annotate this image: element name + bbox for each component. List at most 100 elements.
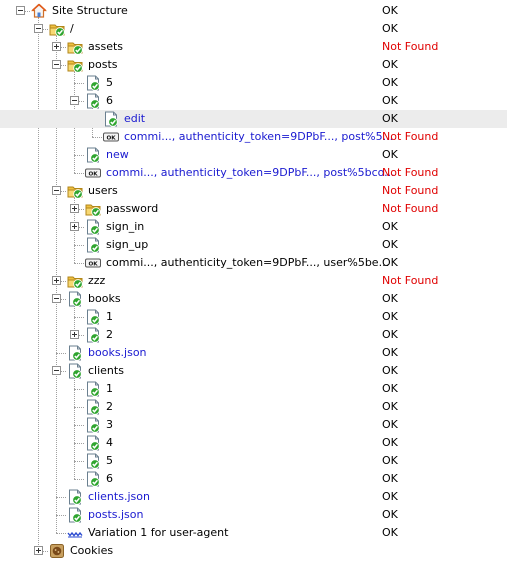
page-ok-icon [85, 417, 101, 433]
collapse-icon[interactable] [52, 186, 61, 195]
page-ok-icon [85, 327, 101, 343]
expand-icon[interactable] [52, 42, 61, 51]
tree-item[interactable]: 3 OK [0, 416, 507, 434]
page-ok-icon [85, 75, 101, 91]
tree-item-label: sign_up [106, 238, 149, 251]
expand-icon[interactable] [52, 276, 61, 285]
tree-item[interactable]: 6 OK [0, 92, 507, 110]
svg-text:OK: OK [106, 135, 116, 141]
tree-item-label: password [106, 202, 159, 215]
tree-item[interactable]: 4 OK [0, 434, 507, 452]
page-ok-icon [85, 93, 101, 109]
svg-text:OK: OK [88, 261, 98, 267]
folder-ok-icon [67, 273, 83, 289]
expand-icon[interactable] [70, 222, 79, 231]
tree-item[interactable]: clients.json OK [0, 488, 507, 506]
collapse-icon[interactable] [52, 60, 61, 69]
status-text: OK [382, 436, 398, 449]
page-ok-icon [85, 471, 101, 487]
tree-item-label: 4 [106, 436, 113, 449]
tree-item[interactable]: 5 OK [0, 74, 507, 92]
tree-root-item[interactable]: Site Structure OK [0, 2, 507, 20]
tree-item[interactable]: new OK [0, 146, 507, 164]
tree-item-label: users [88, 184, 118, 197]
status-text: OK [382, 22, 398, 35]
tree-item-label: 5 [106, 76, 113, 89]
status-text: OK [382, 94, 398, 107]
status-text: Not Found [382, 202, 439, 215]
ok-form-icon: OK [85, 165, 101, 181]
tree-item[interactable]: 1 OK [0, 308, 507, 326]
tree-item[interactable]: OK commi..., authenticity_token=9DPbF...,… [0, 164, 507, 182]
page-ok-icon [67, 291, 83, 307]
tree-item[interactable]: 2 OK [0, 326, 507, 344]
status-text: Not Found [382, 166, 439, 179]
tree-item[interactable]: zzz Not Found [0, 272, 507, 290]
tree-item-label: 2 [106, 328, 113, 341]
folder-ok-icon [67, 39, 83, 55]
status-text: OK [382, 76, 398, 89]
page-ok-icon [67, 363, 83, 379]
tree-item[interactable]: sign_up OK [0, 236, 507, 254]
site-structure-tree: Site Structure OK / OK assets Not Found posts O… [0, 0, 507, 560]
tree-item[interactable]: 1 OK [0, 380, 507, 398]
status-text: Not Found [382, 40, 439, 53]
tree-item[interactable]: posts OK [0, 56, 507, 74]
collapse-icon[interactable] [34, 24, 43, 33]
page-ok-icon [85, 147, 101, 163]
expand-icon[interactable] [70, 204, 79, 213]
status-text: OK [382, 382, 398, 395]
expand-icon[interactable] [34, 546, 43, 555]
cookie-icon [49, 543, 65, 559]
status-text: OK [382, 346, 398, 359]
status-text: OK [382, 508, 398, 521]
tree-item[interactable]: edit OK [0, 110, 507, 128]
page-ok-icon [67, 489, 83, 505]
page-ok-icon [103, 111, 119, 127]
tree-item-label: commi..., authenticity_token=9DPbF..., u… [106, 256, 390, 269]
status-text: OK [382, 292, 398, 305]
tree-item-label: commi..., authenticity_token=9DPbF..., p… [124, 130, 394, 143]
expand-icon[interactable] [70, 330, 79, 339]
status-text: OK [382, 526, 398, 539]
tree-item[interactable]: password Not Found [0, 200, 507, 218]
tree-item-label: books.json [88, 346, 147, 359]
tree-item[interactable]: assets Not Found [0, 38, 507, 56]
tree-item[interactable]: posts.json OK [0, 506, 507, 524]
status-text: OK [382, 4, 398, 17]
tree-item[interactable]: books OK [0, 290, 507, 308]
tree-item[interactable]: 6 OK [0, 470, 507, 488]
home-icon [30, 3, 48, 19]
page-ok-icon [85, 435, 101, 451]
tree-item[interactable]: sign_in OK [0, 218, 507, 236]
collapse-icon[interactable] [70, 96, 79, 105]
status-text: OK [382, 472, 398, 485]
ok-form-icon: OK [103, 129, 119, 145]
tree-item[interactable]: Variation 1 for user-agent OK [0, 524, 507, 542]
page-ok-icon [85, 453, 101, 469]
tree-item[interactable]: users Not Found [0, 182, 507, 200]
tree-item[interactable]: OK commi..., authenticity_token=9DPbF...,… [0, 128, 507, 146]
status-text: OK [382, 364, 398, 377]
collapse-icon[interactable] [52, 366, 61, 375]
collapse-icon[interactable] [52, 294, 61, 303]
tree-item-label: assets [88, 40, 124, 53]
status-text: OK [382, 148, 398, 161]
tree-item[interactable]: books.json OK [0, 344, 507, 362]
tree-item-label: edit [124, 112, 146, 125]
tree-item-label: 2 [106, 400, 113, 413]
tree-item-label: new [106, 148, 129, 161]
status-text: OK [382, 454, 398, 467]
tree-item[interactable]: Cookies [0, 542, 507, 560]
tree-item[interactable]: OK commi..., authenticity_token=9DPbF...,… [0, 254, 507, 272]
status-text: OK [382, 58, 398, 71]
tree-item[interactable]: clients OK [0, 362, 507, 380]
tree-item[interactable]: 5 OK [0, 452, 507, 470]
tree-item-label: Site Structure [52, 4, 128, 17]
tree-item[interactable]: / OK [0, 20, 507, 38]
collapse-icon[interactable] [16, 6, 25, 15]
tree-item-label: / [70, 22, 74, 35]
tree-item-label: 5 [106, 454, 113, 467]
tree-item[interactable]: 2 OK [0, 398, 507, 416]
status-text: OK [382, 328, 398, 341]
